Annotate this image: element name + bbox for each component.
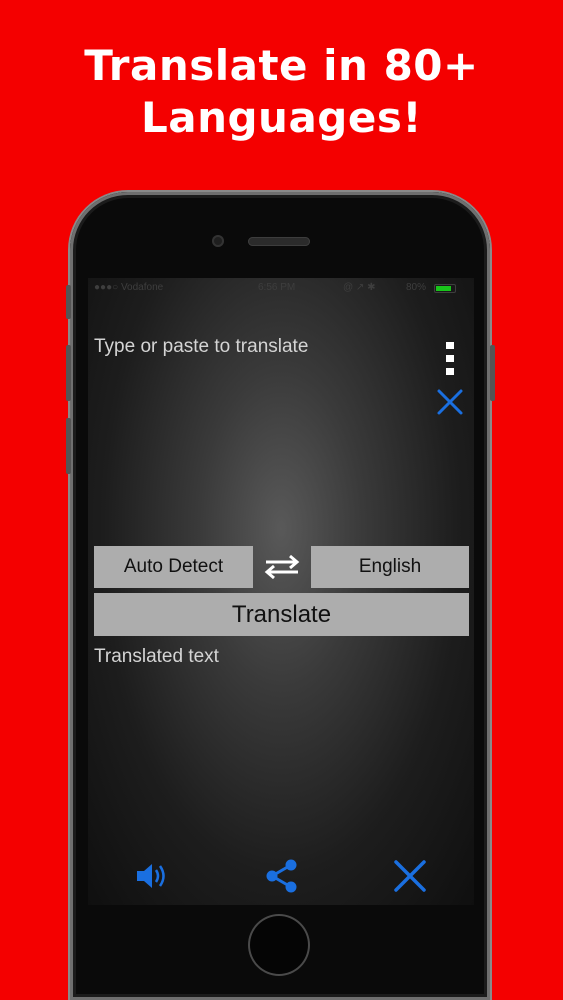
home-button[interactable] (248, 914, 310, 976)
status-carrier: ●●●○ Vodafone (94, 282, 164, 293)
battery-icon (434, 284, 456, 293)
power-button (490, 345, 495, 401)
mute-switch (66, 285, 71, 319)
volume-up-button (66, 345, 71, 401)
share-icon[interactable] (264, 858, 300, 894)
status-time: 6:56 PM (258, 282, 296, 293)
headline-line-2: Languages! (140, 93, 422, 142)
speaker-icon[interactable] (134, 858, 170, 894)
more-vertical-icon[interactable] (444, 342, 456, 376)
status-bar: ●●●○ Vodafone 6:56 PM @ ↗ ✱ 80% (88, 278, 474, 298)
earpiece-speaker (248, 237, 310, 246)
status-battery-percent: 80% (406, 282, 427, 293)
volume-down-button (66, 418, 71, 474)
source-text-input[interactable]: Type or paste to translate (94, 336, 308, 358)
status-icons: @ ↗ ✱ (343, 282, 376, 293)
target-language-button[interactable]: English (311, 546, 469, 588)
close-icon[interactable] (436, 388, 464, 416)
close-icon[interactable] (392, 858, 428, 894)
app-screen: ●●●○ Vodafone 6:56 PM @ ↗ ✱ 80% Type or … (88, 278, 474, 905)
front-camera (212, 235, 224, 247)
headline: Translate in 80+ Languages! (0, 40, 563, 144)
translated-text-output: Translated text (94, 646, 219, 667)
translate-button[interactable]: Translate (94, 593, 469, 636)
swap-arrows-icon[interactable] (264, 554, 300, 580)
headline-line-1: Translate in 80+ (84, 41, 479, 90)
source-language-button[interactable]: Auto Detect (94, 546, 253, 588)
